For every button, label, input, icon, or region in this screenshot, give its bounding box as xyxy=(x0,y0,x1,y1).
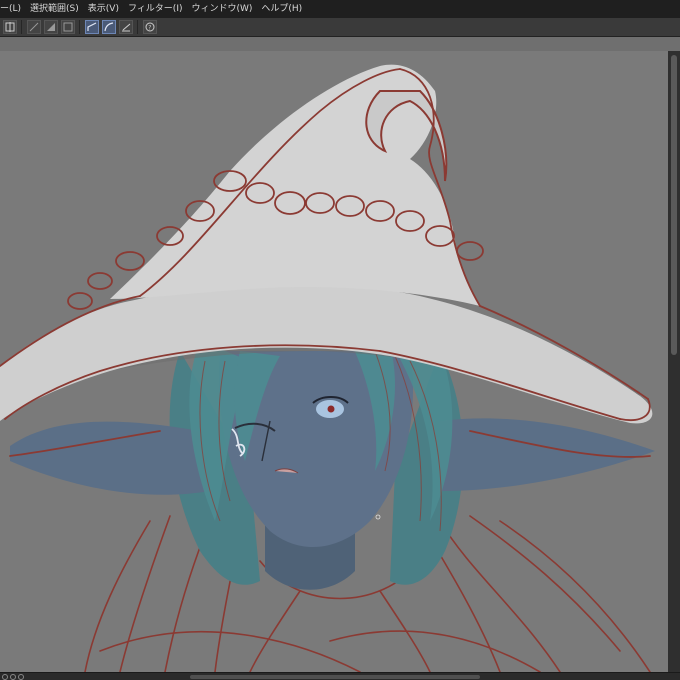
status-bar xyxy=(0,672,680,680)
toolbar-separator xyxy=(79,20,80,34)
menu-selection[interactable]: 選択範囲(S) xyxy=(30,0,88,18)
toolbar-separator xyxy=(137,20,138,34)
menu-window[interactable]: ウィンドウ(W) xyxy=(191,0,261,18)
svg-text:?: ? xyxy=(148,25,151,32)
rotate-right-icon[interactable] xyxy=(10,674,16,680)
menu-view[interactable]: 表示(V) xyxy=(88,0,128,18)
horizontal-scrollbar-thumb[interactable] xyxy=(190,675,480,679)
vertical-scrollbar-thumb[interactable] xyxy=(671,55,677,355)
ruler-line-icon[interactable] xyxy=(85,20,99,34)
app-window: ー(L) 選択範囲(S) 表示(V) フィルター(I) ウィンドウ(W) ヘルプ… xyxy=(0,0,680,680)
menu-bar: ー(L) 選択範囲(S) 表示(V) フィルター(I) ウィンドウ(W) ヘルプ… xyxy=(0,0,680,18)
reset-rotation-icon[interactable] xyxy=(18,674,24,680)
canvas-ruler-strip xyxy=(0,37,680,51)
ruler-special-icon[interactable] xyxy=(119,20,133,34)
transform-icon[interactable] xyxy=(3,20,17,34)
menu-help[interactable]: ヘルプ(H) xyxy=(261,0,311,18)
vertical-scrollbar[interactable] xyxy=(668,51,680,672)
artwork-canvas[interactable] xyxy=(0,51,668,672)
menu-filter[interactable]: フィルター(I) xyxy=(128,0,192,18)
toolbar-separator xyxy=(21,20,22,34)
rotate-left-icon[interactable] xyxy=(2,674,8,680)
snap-rect-icon[interactable] xyxy=(61,20,75,34)
snap-off-icon[interactable] xyxy=(27,20,41,34)
snap-fill-icon[interactable] xyxy=(44,20,58,34)
help-icon[interactable]: ? xyxy=(143,20,157,34)
ruler-curve-icon[interactable] xyxy=(102,20,116,34)
menu-layer[interactable]: ー(L) xyxy=(0,0,30,18)
command-toolbar: ? xyxy=(0,18,680,37)
